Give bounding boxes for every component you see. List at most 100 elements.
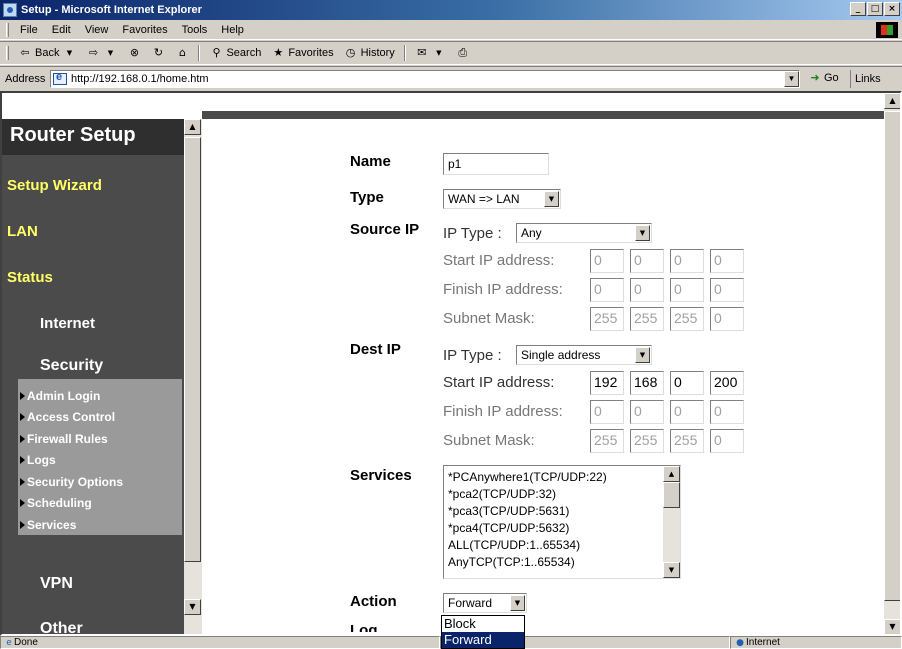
sidebar-item-security[interactable]: Security [40,357,103,375]
dest-start-octet-4[interactable]: 200 [710,371,744,395]
source-finish-octet-4[interactable]: 0 [710,278,744,302]
dest-start-octet-3[interactable]: 0 [670,371,704,395]
source-mask-octet-4[interactable]: 0 [710,307,744,331]
sidebar-item-setup-wizard[interactable]: Setup Wizard [7,177,102,194]
dest-mask-octet-2[interactable]: 255 [630,429,664,453]
mail-button[interactable]: ✉ ▼ [410,46,451,60]
action-option-block[interactable]: Block [442,616,524,632]
refresh-button[interactable]: ↻ [146,46,170,60]
name-label: Name [350,153,391,170]
maximize-button[interactable]: □ [867,2,883,16]
source-finish-octet-3[interactable]: 0 [670,278,704,302]
source-ip-type-select[interactable]: Any ▼ [516,223,652,243]
source-mask-octet-2[interactable]: 255 [630,307,664,331]
submenu-logs[interactable]: Logs [18,450,182,472]
sidebar-scroll-thumb[interactable] [184,137,201,562]
menu-file[interactable]: File [13,24,45,36]
menu-edit[interactable]: Edit [45,24,78,36]
scroll-down-button[interactable]: ▼ [184,599,201,615]
action-select[interactable]: Forward ▼ [443,593,527,613]
sidebar-scrollbar[interactable]: ▲ ▼ [184,119,202,634]
menu-favorites[interactable]: Favorites [115,24,174,36]
type-select[interactable]: WAN => LAN ▼ [443,189,561,209]
dest-start-octet-2[interactable]: 168 [630,371,664,395]
source-start-octet-1[interactable]: 0 [590,249,624,273]
print-button[interactable]: ⎙ [451,46,475,60]
main-scroll-thumb[interactable] [884,111,900,601]
history-button[interactable]: ◷ History [339,46,400,60]
back-arrow-icon: ⇦ [20,46,30,59]
chevron-down-icon: ▼ [66,49,73,57]
source-start-octet-2[interactable]: 0 [630,249,664,273]
sidebar-item-internet[interactable]: Internet [40,315,95,332]
forward-button[interactable]: ⇨ ▼ [81,46,122,60]
dest-finish-octet-2[interactable]: 0 [630,400,664,424]
menu-view[interactable]: View [78,24,116,36]
links-button[interactable]: Links [850,70,885,88]
arrow-right-icon [20,434,25,443]
submenu-security-options[interactable]: Security Options [18,471,182,493]
source-start-octet-4[interactable]: 0 [710,249,744,273]
submenu-admin-login[interactable]: Admin Login [18,385,182,407]
dest-finish-octet-4[interactable]: 0 [710,400,744,424]
list-item[interactable]: *pca3(TCP/UDP:5631) [448,503,676,520]
main-scrollbar[interactable]: ▲ ▼ [884,93,900,634]
list-item[interactable]: *PCAnywhere1(TCP/UDP:22) [448,469,676,486]
ie-icon [3,3,17,17]
menu-tools[interactable]: Tools [175,24,215,36]
back-button[interactable]: ⇦ Back ▼ [13,46,81,60]
source-start-octet-3[interactable]: 0 [670,249,704,273]
scroll-up-button[interactable]: ▲ [184,119,201,135]
dest-mask-octet-4[interactable]: 0 [710,429,744,453]
scroll-down-button[interactable]: ▼ [884,619,900,634]
dest-finish-octet-1[interactable]: 0 [590,400,624,424]
services-scroll-thumb[interactable] [663,482,680,508]
favorites-button[interactable]: ★ Favorites [266,46,338,60]
list-item[interactable]: AnyTCP(TCP:1..65534) [448,554,676,571]
home-button[interactable]: ⌂ [170,46,194,60]
chevron-down-icon: ▼ [635,347,650,363]
name-input[interactable]: p1 [443,153,549,175]
sidebar-item-vpn[interactable]: VPN [40,575,73,593]
go-button[interactable]: ➜ Go [808,71,838,85]
action-value: Forward [448,596,493,610]
list-item[interactable]: *pca2(TCP/UDP:32) [448,486,676,503]
services-scrollbar[interactable]: ▲ ▼ [663,466,680,578]
back-label: Back [35,47,60,59]
chevron-down-icon: ▼ [635,225,650,241]
source-ip-label: Source IP [350,221,420,238]
sidebar-item-other[interactable]: Other [40,620,83,634]
source-mask-octet-3[interactable]: 255 [670,307,704,331]
dest-ip-type-select[interactable]: Single address ▼ [516,345,652,365]
list-item[interactable]: *pca4(TCP/UDP:5632) [448,520,676,537]
submenu-scheduling[interactable]: Scheduling [18,493,182,515]
menu-help[interactable]: Help [214,24,251,36]
address-dropdown-button[interactable]: ▼ [784,71,799,87]
submenu-firewall-rules[interactable]: Firewall Rules [18,428,182,450]
source-finish-octet-1[interactable]: 0 [590,278,624,302]
scroll-up-button[interactable]: ▲ [884,93,900,109]
search-button[interactable]: ⚲ Search [204,46,266,60]
scroll-up-button[interactable]: ▲ [663,466,680,482]
minimize-button[interactable]: _ [850,2,866,16]
chevron-down-icon: ▼ [436,49,442,57]
menubar-grip [6,22,9,37]
source-mask-octet-1[interactable]: 255 [590,307,624,331]
submenu-services[interactable]: Services [18,514,182,536]
stop-button[interactable]: ⊗ [122,46,146,60]
sidebar-item-lan[interactable]: LAN [7,223,38,240]
main-pane: Name p1 Type WAN => LAN ▼ Source IP IP T… [202,119,884,634]
action-option-forward[interactable]: Forward [442,632,524,648]
list-item[interactable]: ALL(TCP/UDP:1..65534) [448,537,676,554]
dest-mask-octet-3[interactable]: 255 [670,429,704,453]
dest-mask-octet-1[interactable]: 255 [590,429,624,453]
submenu-access-control[interactable]: Access Control [18,407,182,429]
address-input[interactable]: http://192.168.0.1/home.htm [50,70,800,88]
dest-finish-octet-3[interactable]: 0 [670,400,704,424]
close-button[interactable]: × [884,2,900,16]
dest-start-octet-1[interactable]: 192 [590,371,624,395]
scroll-down-button[interactable]: ▼ [663,562,680,578]
sidebar-item-status[interactable]: Status [7,269,53,286]
services-listbox[interactable]: *PCAnywhere1(TCP/UDP:22) *pca2(TCP/UDP:3… [443,465,681,579]
source-finish-octet-2[interactable]: 0 [630,278,664,302]
